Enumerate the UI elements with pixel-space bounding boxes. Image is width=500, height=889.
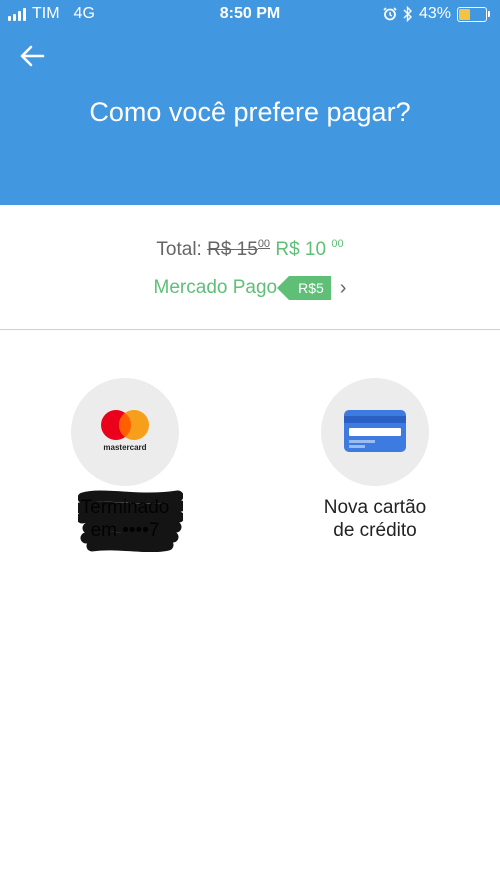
battery-percent: 43% (418, 5, 451, 22)
arrow-left-icon (20, 45, 45, 67)
new-card-icon-circle (321, 378, 429, 486)
discount-badge: R$5 (277, 276, 331, 300)
payment-option-new-card[interactable]: Nova cartão de crédito (295, 378, 455, 542)
status-right: 43% (383, 5, 490, 23)
payment-summary: Total: R$ 1500 R$ 10 00 Mercado Pago R$5… (0, 205, 500, 330)
discount-provider: Mercado Pago (153, 277, 278, 298)
alarm-icon (383, 7, 397, 21)
back-button[interactable] (18, 42, 48, 70)
new-card-label-line2: de crédito (333, 520, 417, 541)
total-label: Total: (156, 239, 202, 260)
battery-icon (457, 6, 490, 22)
new-card-label: Nova cartão de crédito (295, 496, 455, 542)
credit-card-icon (344, 410, 406, 452)
mastercard-logo: mastercard (101, 410, 149, 452)
mastercard-wordmark: mastercard (103, 443, 146, 452)
header: TIM 4G 8:50 PM 43% Como você prefere pag… (0, 0, 500, 205)
redaction-scribble (78, 490, 183, 552)
status-bar: TIM 4G 8:50 PM 43% (0, 0, 500, 30)
card-icon-circle: mastercard (71, 378, 179, 486)
chevron-right-icon: › (339, 276, 347, 299)
discount-line[interactable]: Mercado Pago R$5 › (0, 276, 500, 300)
new-price: R$ 10 00 (275, 238, 344, 260)
old-price: R$ 1500 (207, 238, 271, 260)
total-line: Total: R$ 1500 R$ 10 00 (0, 238, 500, 261)
new-card-label-line1: Nova cartão (323, 497, 427, 518)
page-title: Como você prefere pagar? (89, 97, 411, 127)
bluetooth-icon (403, 6, 412, 22)
